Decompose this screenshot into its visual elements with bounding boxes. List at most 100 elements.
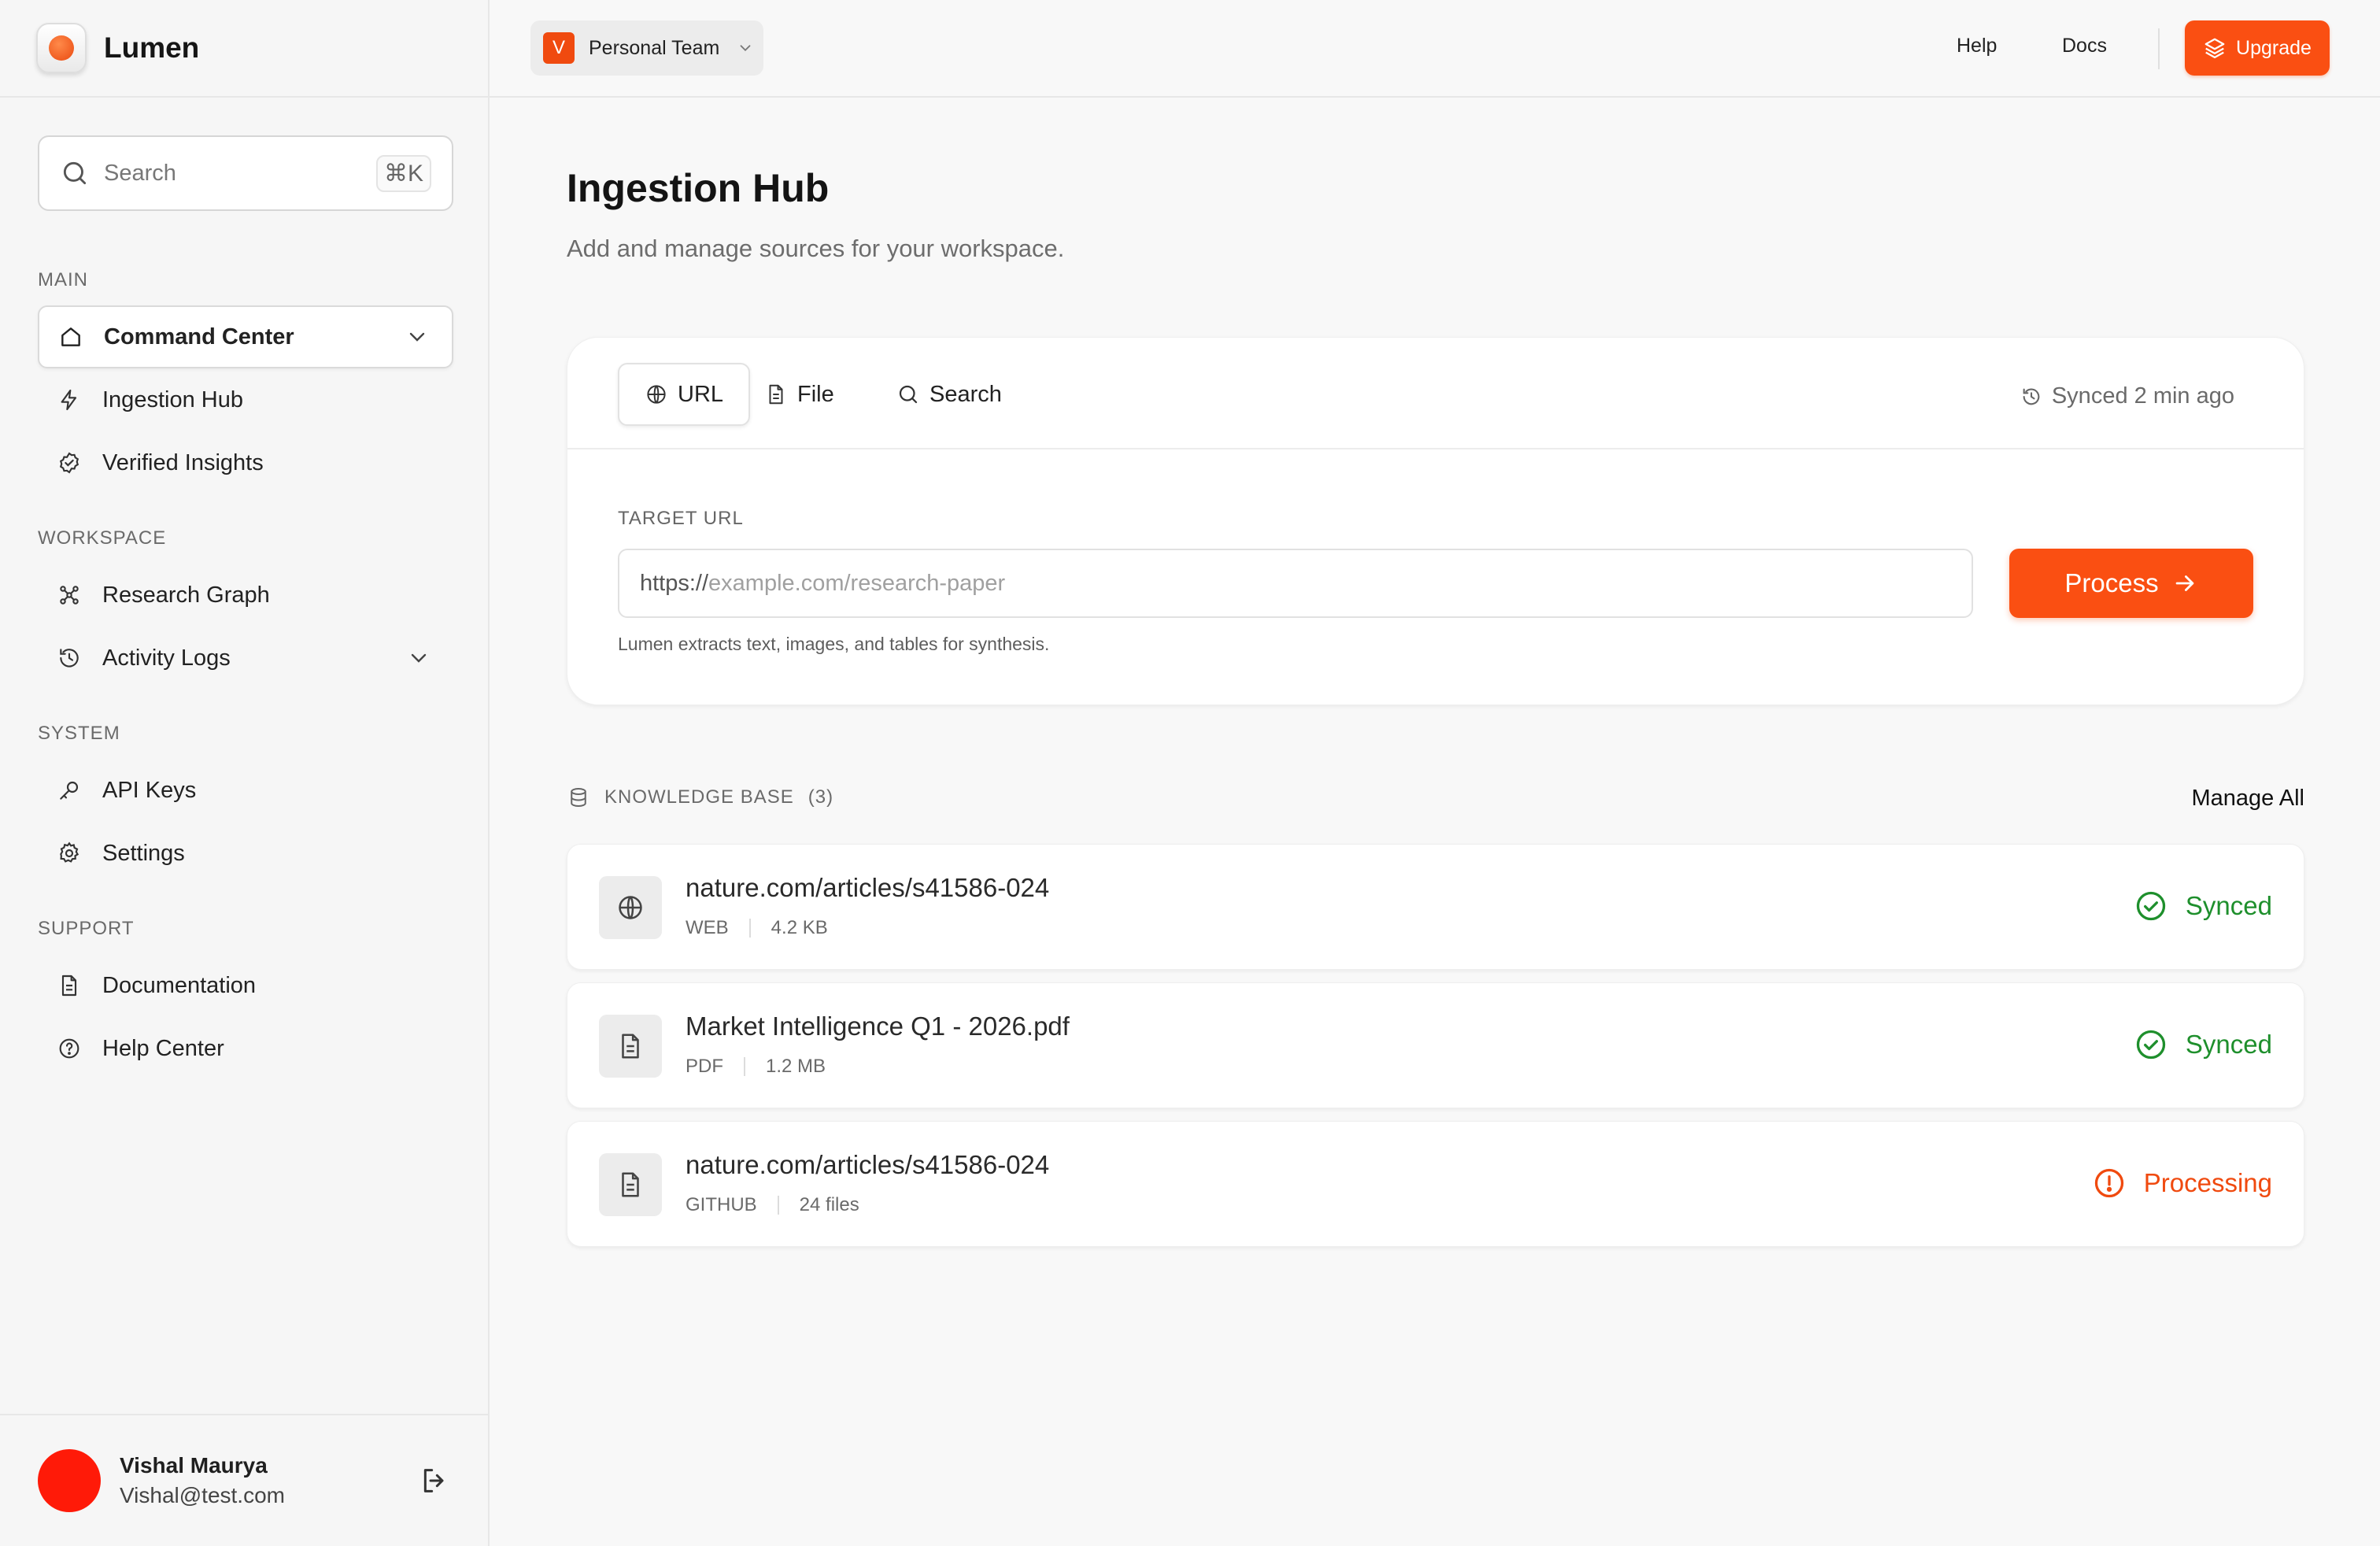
target-url-input[interactable]: https://example.com/research-paper: [618, 549, 1973, 618]
gear-icon: [60, 841, 79, 863]
item-title: nature.com/articles/s41586-024: [686, 1150, 1050, 1179]
section-label-system: SYSTEM: [38, 723, 120, 744]
manage-all-link[interactable]: Manage All: [2192, 786, 2305, 812]
chevron-down-icon: [740, 45, 751, 52]
sidebar-item-settings[interactable]: Settings: [38, 822, 453, 885]
user-info: Vishal Maurya Vishal@test.com: [120, 1453, 285, 1508]
history-icon: [2023, 388, 2040, 405]
knowledge-item[interactable]: nature.com/articles/s41586-024 GITHUB 24…: [567, 1121, 2304, 1247]
item-title: Market Intelligence Q1 - 2026.pdf: [686, 1012, 1070, 1041]
sidebar-item-label: Activity Logs: [102, 645, 231, 671]
item-status-label: Synced: [2185, 1030, 2272, 1059]
file-icon: [769, 384, 783, 405]
upgrade-label: Upgrade: [2236, 36, 2312, 59]
page-title: Ingestion Hub: [567, 166, 830, 210]
knowledge-base-title: KNOWLEDGE BASE: [604, 786, 794, 808]
file-icon: [599, 1153, 662, 1216]
meta-divider: [777, 1196, 779, 1215]
sidebar-item-documentation[interactable]: Documentation: [38, 954, 453, 1017]
sidebar-item-activity-logs[interactable]: Activity Logs: [38, 627, 453, 690]
tab-search[interactable]: Search: [871, 363, 1027, 426]
sidebar-item-label: Settings: [102, 840, 185, 866]
item-status: Processing: [2092, 1166, 2272, 1200]
badge-check-icon: [59, 452, 79, 474]
tab-file[interactable]: File: [739, 363, 859, 426]
brand[interactable]: Lumen: [0, 0, 488, 98]
ingest-card: URL File Search Synced 2 min ago TARGET …: [567, 337, 2304, 705]
source-tabs: URL File Search Synced 2 min ago: [567, 338, 2304, 449]
team-switcher[interactable]: V Personal Team: [530, 20, 763, 76]
tab-url[interactable]: URL: [618, 363, 751, 426]
help-link[interactable]: Help: [1957, 35, 1997, 57]
item-type: WEB: [686, 917, 729, 938]
section-label-workspace: WORKSPACE: [38, 527, 167, 549]
user-profile[interactable]: Vishal Maurya Vishal@test.com: [0, 1414, 488, 1546]
item-meta: GITHUB 24 files: [686, 1194, 859, 1216]
help-circle-icon: [59, 1038, 79, 1059]
url-prefix: https://: [640, 570, 709, 596]
globe-icon: [599, 876, 662, 939]
item-status-label: Processing: [2143, 1168, 2272, 1197]
chevron-down-icon[interactable]: [406, 645, 431, 671]
brand-name: Lumen: [104, 31, 200, 64]
knowledge-item[interactable]: Market Intelligence Q1 - 2026.pdf PDF 1.…: [567, 982, 2304, 1108]
sidebar-item-label: API Keys: [102, 777, 197, 803]
globe-icon: [647, 385, 666, 404]
url-help-text: Lumen extracts text, images, and tables …: [618, 634, 1050, 654]
meta-divider: [744, 1057, 745, 1076]
check-circle-icon: [2136, 1030, 2166, 1060]
item-status: Synced: [2134, 889, 2272, 923]
item-size: 4.2 KB: [771, 917, 828, 938]
user-name: Vishal Maurya: [120, 1453, 268, 1478]
upgrade-button[interactable]: Upgrade: [2185, 20, 2330, 76]
key-icon: [60, 781, 79, 800]
database-icon: [571, 788, 586, 808]
sync-status-text: Synced 2 min ago: [2051, 383, 2234, 409]
item-type: PDF: [686, 1056, 723, 1077]
docs-link[interactable]: Docs: [2062, 35, 2107, 57]
sidebar-item-ingestion-hub[interactable]: Ingestion Hub: [38, 368, 453, 431]
alert-circle-icon: [2094, 1168, 2123, 1198]
search-placeholder: Search: [104, 160, 176, 186]
sidebar-item-command-center[interactable]: Command Center: [38, 305, 453, 368]
item-type: GITHUB: [686, 1194, 757, 1215]
layers-icon: [2204, 38, 2225, 58]
search-icon: [63, 161, 87, 185]
item-status-label: Synced: [2185, 891, 2272, 920]
sidebar-item-verified-insights[interactable]: Verified Insights: [38, 431, 453, 494]
sidebar: Lumen Search ⌘K MAIN Command Center Inge…: [0, 0, 490, 1546]
app-root: Lumen Search ⌘K MAIN Command Center Inge…: [0, 0, 2380, 1546]
home-icon: [61, 327, 80, 346]
sidebar-item-label: Research Graph: [102, 582, 270, 608]
document-icon: [61, 975, 77, 997]
sidebar-search[interactable]: Search ⌘K: [38, 135, 453, 211]
sidebar-item-label: Help Center: [102, 1035, 224, 1061]
sidebar-item-help-center[interactable]: Help Center: [38, 1017, 453, 1080]
logout-icon[interactable]: [419, 1465, 450, 1496]
sidebar-item-research-graph[interactable]: Research Graph: [38, 564, 453, 627]
knowledge-base-header: KNOWLEDGE BASE (3): [567, 786, 833, 809]
meta-divider: [748, 919, 751, 938]
graph-icon: [60, 586, 79, 605]
team-name: Personal Team: [589, 36, 720, 59]
check-circle-icon: [2136, 891, 2166, 921]
chevron-down-icon[interactable]: [405, 324, 430, 350]
arrow-right-icon: [2175, 575, 2193, 591]
sidebar-item-label: Verified Insights: [102, 449, 264, 475]
sidebar-item-label: Command Center: [104, 324, 294, 350]
process-label: Process: [2064, 568, 2159, 597]
bolt-icon: [61, 389, 77, 411]
tab-label: File: [797, 381, 834, 407]
brand-logo: [36, 23, 87, 73]
knowledge-item[interactable]: nature.com/articles/s41586-024 WEB 4.2 K…: [567, 844, 2304, 970]
file-icon: [599, 1015, 662, 1078]
sidebar-item-api-keys[interactable]: API Keys: [38, 759, 453, 822]
target-url-label: TARGET URL: [618, 508, 744, 529]
sidebar-item-label: Documentation: [102, 972, 257, 998]
search-shortcut: ⌘K: [375, 154, 431, 192]
avatar[interactable]: [38, 1449, 101, 1512]
process-button[interactable]: Process: [2009, 549, 2253, 618]
section-label-main: MAIN: [38, 269, 88, 290]
page-subtitle: Add and manage sources for your workspac…: [567, 235, 1065, 262]
history-icon: [60, 649, 79, 668]
